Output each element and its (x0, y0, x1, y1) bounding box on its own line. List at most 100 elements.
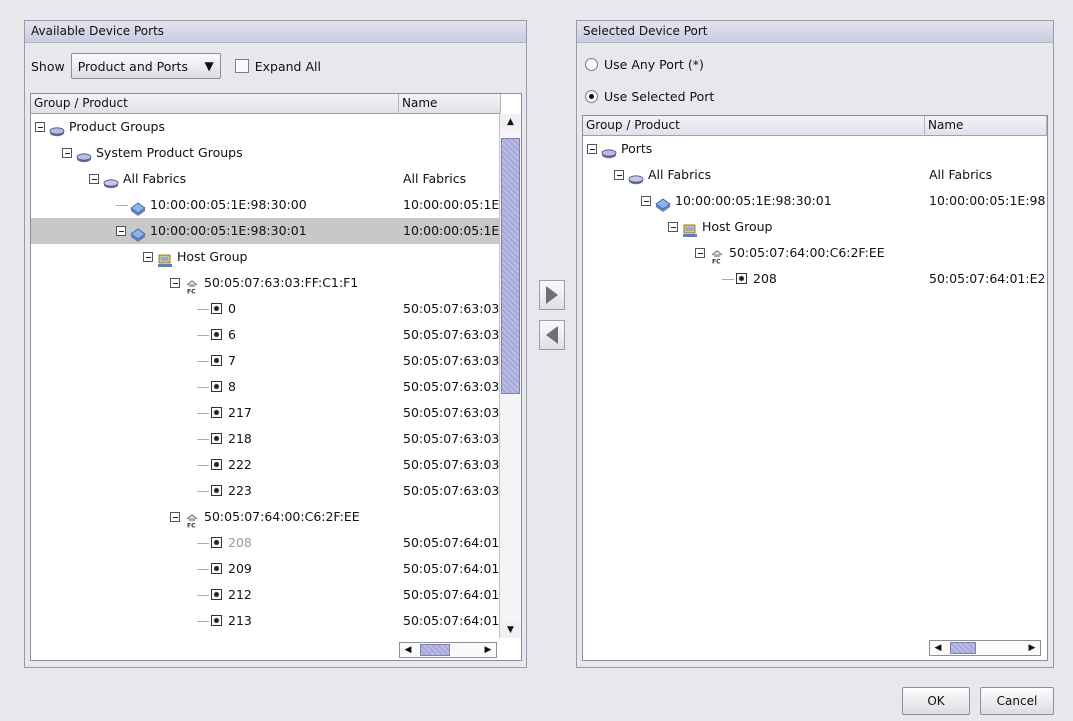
tree-branch-line (197, 413, 209, 414)
svg-text:FC: FC (712, 258, 721, 264)
column-header-name[interactable]: Name (925, 116, 1047, 136)
horizontal-scrollbar[interactable]: ◀ ▶ (399, 642, 497, 658)
checkbox-box[interactable] (234, 59, 249, 73)
name-cell (403, 504, 501, 530)
horizontal-scrollbar[interactable]: ◀ ▶ (929, 640, 1041, 656)
name-cell: 50:05:07:63:03 (403, 379, 500, 394)
scroll-thumb[interactable] (501, 138, 520, 394)
collapse-toggle-icon[interactable] (170, 277, 180, 288)
remove-port-button[interactable] (539, 320, 565, 350)
column-header-group-product[interactable]: Group / Product (31, 94, 399, 114)
port-icon (211, 589, 222, 600)
tree-branch-line (197, 439, 209, 440)
tree-row[interactable]: All Fabrics All Fabrics (31, 166, 501, 192)
collapse-toggle-icon[interactable] (641, 195, 651, 206)
port-icon (211, 433, 222, 444)
tree-cell: 6 (197, 322, 399, 348)
tree-row[interactable]: 10:00:00:05:1E:98:30:01 10:00:00:05:1E (31, 218, 501, 244)
tree-cell: FC 50:05:07:64:00:C6:2F:EE (170, 504, 399, 530)
tree-row[interactable]: 10:00:00:05:1E:98:30:00 10:00:00:05:1E (31, 192, 501, 218)
show-dropdown[interactable]: Product and Ports ▼ (70, 53, 221, 79)
scroll-up-icon[interactable]: ▲ (500, 114, 521, 130)
tree-row[interactable]: 8 50:05:07:63:03 (31, 374, 501, 400)
tree-label: Product Groups (69, 119, 166, 134)
port-icon (211, 459, 222, 470)
tree-row[interactable]: 208 50:05:07:64:01:E2 (583, 266, 1047, 292)
tree-cell: 217 (197, 400, 399, 426)
tree-row[interactable]: 212 50:05:07:64:01 (31, 582, 501, 608)
scroll-right-icon[interactable]: ▶ (1024, 641, 1040, 655)
collapse-toggle-icon[interactable] (62, 147, 72, 158)
radio-circle-checked[interactable] (585, 90, 598, 103)
tree-cell: 10:00:00:05:1E:98:30:00 (116, 192, 399, 218)
name-cell: 50:05:07:63:03 (403, 301, 500, 316)
tree-branch-line (197, 335, 209, 336)
scroll-left-icon[interactable]: ◀ (930, 641, 946, 655)
tree-row[interactable]: 6 50:05:07:63:03 (31, 322, 501, 348)
scroll-left-icon[interactable]: ◀ (400, 643, 416, 657)
use-selected-port-radio[interactable]: Use Selected Port (585, 89, 714, 104)
tree-row[interactable]: Ports (583, 136, 1047, 162)
expand-all-label: Expand All (254, 58, 321, 74)
tree-row[interactable]: FC 50:05:07:64:00:C6:2F:EE (31, 504, 501, 530)
radio-circle[interactable] (585, 58, 598, 71)
tree-rows: Ports All Fabrics All Fabrics 10:00:00:05:1… (583, 136, 1047, 638)
tree-row[interactable]: Host Group (31, 244, 501, 270)
tree-row[interactable]: 7 50:05:07:63:03 (31, 348, 501, 374)
tree-row[interactable]: FC 50:05:07:63:03:FF:C1:F1 (31, 270, 501, 296)
tree-label: Host Group (177, 249, 248, 264)
h-scroll-thumb[interactable] (420, 644, 450, 656)
column-header-group-product[interactable]: Group / Product (583, 116, 925, 136)
collapse-toggle-icon[interactable] (614, 169, 624, 180)
tree-row[interactable]: 223 50:05:07:63:03 (31, 478, 501, 504)
cancel-button[interactable]: Cancel (980, 687, 1054, 715)
use-any-port-radio[interactable]: Use Any Port (*) (585, 57, 704, 72)
name-cell: 50:05:07:63:03 (403, 327, 500, 342)
tree-row[interactable]: 0 50:05:07:63:03 (31, 296, 501, 322)
scroll-down-icon[interactable]: ▼ (500, 622, 521, 638)
panel-title: Available Device Ports (25, 21, 526, 43)
collapse-toggle-icon[interactable] (89, 173, 99, 184)
tree-row[interactable]: 209 50:05:07:64:01 (31, 556, 501, 582)
tree-branch-line (197, 569, 209, 570)
fc-device-icon: FC (184, 277, 200, 295)
vertical-scrollbar[interactable]: ▲ ▼ (499, 114, 521, 638)
tree-label: 0 (228, 301, 236, 316)
tree-row[interactable]: FC 50:05:07:64:00:C6:2F:EE (583, 240, 1047, 266)
collapse-toggle-icon[interactable] (35, 121, 45, 132)
add-port-button[interactable] (539, 280, 565, 310)
tree-row[interactable]: System Product Groups (31, 140, 501, 166)
tree-row[interactable]: 217 50:05:07:63:03 (31, 400, 501, 426)
expand-all-checkbox[interactable]: Expand All (234, 58, 321, 74)
tree-cell: 222 (197, 452, 399, 478)
tree-label: 10:00:00:05:1E:98:30:01 (675, 193, 832, 208)
name-cell (403, 270, 501, 296)
tree-cell: 213 (197, 608, 399, 634)
tree-row[interactable]: Product Groups (31, 114, 501, 140)
port-icon (211, 615, 222, 626)
collapse-toggle-icon[interactable] (668, 221, 678, 232)
fc-device-icon: FC (184, 511, 200, 529)
collapse-toggle-icon[interactable] (116, 225, 126, 236)
tree-cell: FC 50:05:07:64:00:C6:2F:EE (695, 240, 925, 266)
tree-row[interactable]: 208 50:05:07:64:01 (31, 530, 501, 556)
tree-branch-line (722, 279, 734, 280)
tree-row[interactable]: 222 50:05:07:63:03 (31, 452, 501, 478)
tree-row[interactable]: 10:00:00:05:1E:98:30:01 10:00:00:05:1E:98 (583, 188, 1047, 214)
tree-row[interactable]: Host Group (583, 214, 1047, 240)
ok-button[interactable]: OK (902, 687, 970, 715)
scroll-right-icon[interactable]: ▶ (480, 643, 496, 657)
tree-row[interactable]: All Fabrics All Fabrics (583, 162, 1047, 188)
collapse-toggle-icon[interactable] (695, 247, 705, 258)
collapse-toggle-icon[interactable] (143, 251, 153, 262)
h-scroll-thumb[interactable] (950, 642, 976, 654)
tree-row[interactable]: 213 50:05:07:64:01 (31, 608, 501, 634)
collapse-toggle-icon[interactable] (587, 143, 597, 154)
tree-row[interactable]: 218 50:05:07:63:03 (31, 426, 501, 452)
collapse-toggle-icon[interactable] (170, 511, 180, 522)
tree-cell: 209 (197, 556, 399, 582)
column-header-name[interactable]: Name (399, 94, 501, 114)
name-cell: 50:05:07:63:03 (403, 431, 500, 446)
tree-branch-line (197, 465, 209, 466)
tree-label: 6 (228, 327, 236, 342)
